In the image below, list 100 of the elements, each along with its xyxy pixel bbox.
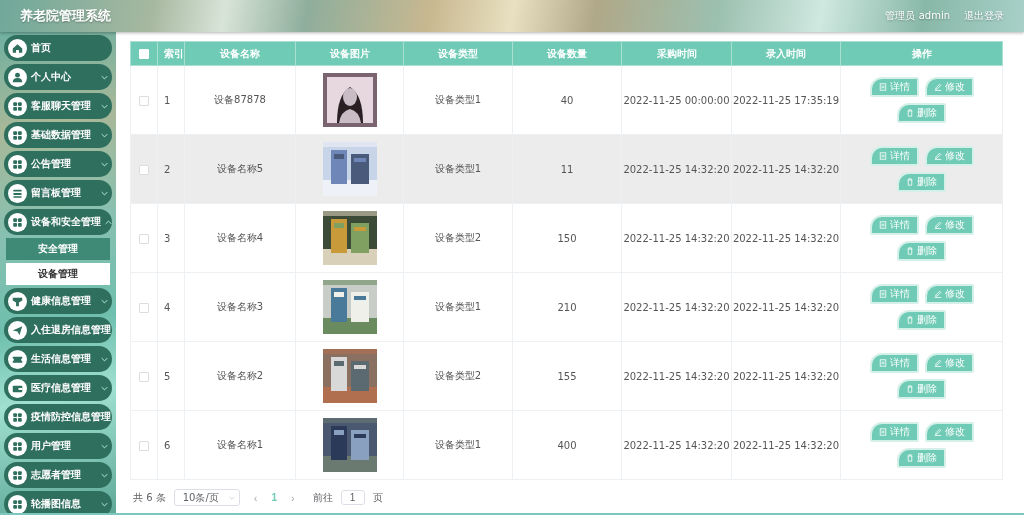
table-cell: 5 bbox=[164, 370, 171, 382]
table-cell: 设备类型1 bbox=[434, 94, 482, 105]
funnel-icon bbox=[8, 291, 27, 311]
column-header: 录入时间 bbox=[731, 41, 841, 66]
chevron-icon bbox=[101, 501, 108, 507]
menu-item[interactable]: 医疗信息管理 bbox=[4, 375, 112, 401]
table-cell: 2022-11-25 14:32:20 bbox=[623, 439, 730, 451]
trash-icon bbox=[906, 316, 914, 324]
home-icon bbox=[8, 38, 27, 58]
table-cell: 2022-11-25 00:00:00 bbox=[623, 94, 730, 106]
menu-item[interactable]: 志愿者管理 bbox=[4, 462, 112, 488]
trash-icon bbox=[906, 109, 914, 117]
column-header: 操作 bbox=[840, 41, 1003, 66]
table-cell: 1 bbox=[164, 94, 171, 106]
table-row[interactable]: 1 设备87878 设备类型1 40 2022-11-25 00:00:00 2022-11-25 17:35:19 详情 修改 删除 bbox=[130, 65, 1003, 135]
grid-icon bbox=[8, 125, 27, 145]
table-cell: 3 bbox=[164, 232, 171, 244]
menu-item[interactable]: 公告管理 bbox=[4, 151, 112, 177]
table-cell: 2022-11-25 14:32:20 bbox=[623, 370, 730, 382]
table-cell: 2022-11-25 14:32:20 bbox=[732, 232, 840, 244]
column-header: 索引 bbox=[157, 41, 185, 66]
document-icon bbox=[878, 152, 887, 160]
menu-item[interactable]: 客服聊天管理 bbox=[4, 93, 112, 119]
row-checkbox[interactable] bbox=[139, 233, 149, 244]
chevron-icon bbox=[105, 219, 112, 225]
pencil-icon bbox=[933, 83, 942, 91]
submenu-item[interactable]: 设备管理 bbox=[6, 263, 110, 285]
grid-icon bbox=[8, 407, 27, 427]
column-header: 设备名称 bbox=[184, 41, 296, 66]
document-icon bbox=[878, 359, 887, 367]
table-cell: 设备类型1 bbox=[434, 301, 482, 312]
menu-item[interactable]: 生活信息管理 bbox=[4, 346, 112, 372]
menu-item[interactable]: 用户管理 bbox=[4, 433, 112, 459]
chevron-icon bbox=[101, 161, 108, 167]
row-checkbox[interactable] bbox=[139, 302, 149, 313]
submenu-item[interactable]: 安全管理 bbox=[6, 238, 110, 260]
page-size-select[interactable]: 10条/页 bbox=[173, 489, 240, 506]
row-checkbox[interactable] bbox=[139, 95, 149, 106]
grid-icon bbox=[8, 212, 27, 232]
chevron-icon bbox=[228, 495, 235, 500]
table-row[interactable]: 4 设备名称3 设备类型1 210 2022-11-25 14:32:20 2022-11-25 14:32:20 详情 修改 删除 bbox=[130, 272, 1003, 342]
chevron-icon bbox=[101, 472, 108, 478]
table-cell: 2022-11-25 14:32:20 bbox=[732, 301, 840, 313]
table-row[interactable]: 2 设备名称5 设备类型1 11 2022-11-25 14:32:20 2022-11-25 14:32:20 详情 修改 删除 bbox=[130, 134, 1003, 204]
menu-item[interactable]: 设备和安全管理 bbox=[4, 209, 112, 235]
table-cell: 40 bbox=[560, 94, 574, 106]
table-cell: 设备名称1 bbox=[216, 439, 264, 450]
total-count: 共 6 条 bbox=[133, 490, 166, 505]
document-icon bbox=[878, 290, 887, 298]
user-name: 管理员 admin bbox=[885, 9, 950, 23]
table-cell: 2022-11-25 14:32:20 bbox=[623, 301, 730, 313]
menu-item[interactable]: 首页 bbox=[4, 35, 112, 61]
menu-item[interactable]: 个人中心 bbox=[4, 64, 112, 90]
menu-item[interactable]: 健康信息管理 bbox=[4, 288, 112, 314]
table-row[interactable]: 5 设备名称2 设备类型2 155 2022-11-25 14:32:20 2022-11-25 14:32:20 详情 修改 删除 bbox=[130, 341, 1003, 411]
chevron-icon bbox=[101, 132, 108, 138]
row-checkbox[interactable] bbox=[139, 440, 149, 451]
pencil-icon bbox=[933, 428, 942, 436]
table-row[interactable]: 6 设备名称1 设备类型1 400 2022-11-25 14:32:20 2022-11-25 14:32:20 详情 修改 删除 bbox=[130, 410, 1003, 480]
table-cell: 6 bbox=[164, 439, 171, 451]
trash-icon bbox=[906, 178, 914, 186]
table-cell: 155 bbox=[557, 370, 577, 382]
trash-icon bbox=[906, 247, 914, 255]
document-icon bbox=[878, 83, 887, 91]
pencil-icon bbox=[933, 290, 942, 298]
select-all-checkbox[interactable] bbox=[139, 49, 149, 59]
table-cell: 设备名称5 bbox=[216, 163, 264, 174]
grid-icon bbox=[8, 154, 27, 174]
page-input[interactable]: 1 bbox=[340, 490, 365, 505]
goto-label: 前往 bbox=[312, 490, 333, 505]
table-cell: 150 bbox=[557, 232, 577, 244]
grid-icon bbox=[8, 96, 27, 116]
table-cell: 2022-11-25 14:32:20 bbox=[732, 163, 840, 175]
pencil-icon bbox=[933, 221, 942, 229]
table-row[interactable]: 3 设备名称4 设备类型2 150 2022-11-25 14:32:20 2022-11-25 14:32:20 详情 修改 删除 bbox=[130, 203, 1003, 273]
table-cell: 2022-11-25 14:32:20 bbox=[732, 439, 840, 451]
menu-item[interactable]: 留言板管理 bbox=[4, 180, 112, 206]
chevron-icon bbox=[101, 298, 108, 304]
person-icon bbox=[8, 67, 27, 87]
list-icon bbox=[8, 183, 27, 203]
document-icon bbox=[878, 221, 887, 229]
chevron-icon bbox=[101, 443, 108, 449]
table-cell: 4 bbox=[164, 301, 171, 313]
table-cell: 设备类型2 bbox=[434, 370, 482, 381]
pencil-icon bbox=[933, 152, 942, 160]
pencil-icon bbox=[933, 359, 942, 367]
app-title: 养老院管理系统 bbox=[20, 7, 111, 25]
table-cell: 2022-11-25 17:35:19 bbox=[732, 94, 840, 106]
column-header: 采购时间 bbox=[621, 41, 732, 66]
chevron-icon bbox=[101, 74, 108, 80]
table-cell: 2 bbox=[164, 163, 171, 175]
table-cell: 设备类型1 bbox=[434, 439, 482, 450]
row-checkbox[interactable] bbox=[139, 371, 149, 382]
row-checkbox[interactable] bbox=[139, 164, 149, 175]
menu-item[interactable]: 基础数据管理 bbox=[4, 122, 112, 148]
menu-item[interactable]: 轮播图信息 bbox=[4, 491, 112, 513]
table-cell: 设备名称4 bbox=[216, 232, 264, 243]
table-cell: 设备名称2 bbox=[216, 370, 264, 381]
chevron-icon bbox=[101, 356, 108, 362]
column-header: 设备类型 bbox=[403, 41, 513, 66]
